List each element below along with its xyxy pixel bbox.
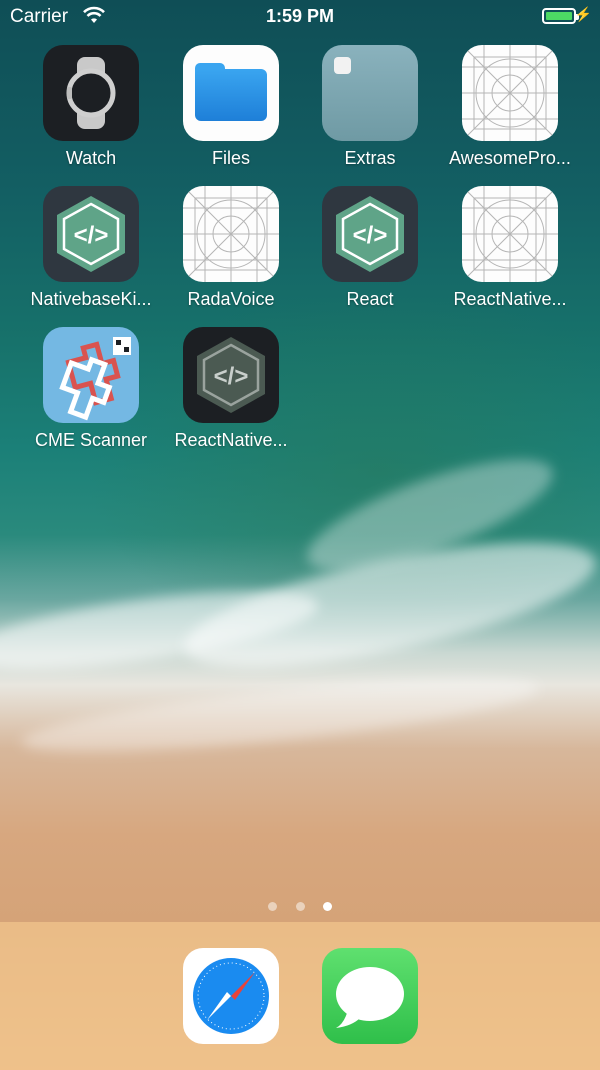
app-cme-scanner[interactable]: CME Scanner — [21, 327, 161, 451]
app-label: Watch — [65, 148, 117, 168]
app-reactnative-1[interactable]: ReactNative... — [440, 186, 580, 310]
mini-app-icon — [334, 57, 351, 74]
app-nativebaseki[interactable]: </> NativebaseKi... — [21, 186, 161, 310]
code-hexagon-icon: </> — [322, 186, 418, 282]
clock: 1:59 PM — [265, 6, 335, 26]
wave-foam — [18, 662, 542, 768]
app-watch[interactable]: Watch — [21, 45, 161, 169]
svg-text:</>: </> — [353, 222, 388, 249]
speech-bubble-icon — [336, 967, 404, 1028]
app-label: NativebaseKi... — [30, 289, 152, 309]
folder-body — [195, 69, 267, 121]
dock-app-safari[interactable] — [183, 948, 279, 1044]
code-hexagon-icon: </> — [43, 186, 139, 282]
bolt-icon: ⚡ — [574, 6, 592, 22]
svg-text:</>: </> — [74, 222, 109, 249]
app-label: ReactNative... — [174, 430, 288, 450]
dock-app-messages[interactable] — [322, 948, 418, 1044]
app-files[interactable]: Files — [161, 45, 301, 169]
blank-app-grid-icon — [462, 186, 558, 282]
status-bar: Carrier 1:59 PM ⚡ — [0, 0, 600, 34]
blank-app-grid-icon — [462, 45, 558, 141]
battery-level — [546, 12, 572, 20]
page-dot[interactable] — [268, 902, 278, 911]
page-indicator[interactable] — [0, 898, 600, 916]
safari-compass-icon — [193, 958, 269, 1034]
app-label: ReactNative... — [453, 289, 567, 309]
code-hexagon-icon: </> — [183, 327, 279, 423]
battery-icon — [542, 8, 579, 24]
app-label: React — [346, 289, 394, 309]
folder-icon — [183, 45, 279, 141]
svg-text:</>: </> — [214, 363, 249, 390]
app-label: CME Scanner — [34, 430, 148, 450]
dock — [0, 922, 600, 1070]
app-radavoice[interactable]: RadaVoice — [161, 186, 301, 310]
home-screen: Carrier 1:59 PM ⚡ Watch Files Extras Awe… — [0, 0, 600, 1070]
page-dot[interactable] — [295, 902, 305, 911]
app-label: Files — [211, 148, 250, 168]
cme-scanner-icon — [43, 327, 139, 423]
app-folder-extras[interactable]: Extras — [300, 45, 440, 169]
watch-icon — [43, 45, 139, 141]
blank-app-grid-icon — [183, 186, 279, 282]
app-label: Extras — [344, 148, 396, 168]
app-label: AwesomePro... — [449, 148, 571, 168]
app-label: RadaVoice — [187, 289, 275, 309]
app-awesomepro[interactable]: AwesomePro... — [440, 45, 580, 169]
app-folder-icon — [322, 45, 418, 141]
app-react[interactable]: </> React — [300, 186, 440, 310]
app-reactnative-2[interactable]: </> ReactNative... — [161, 327, 301, 451]
page-dot-active[interactable] — [322, 902, 332, 911]
